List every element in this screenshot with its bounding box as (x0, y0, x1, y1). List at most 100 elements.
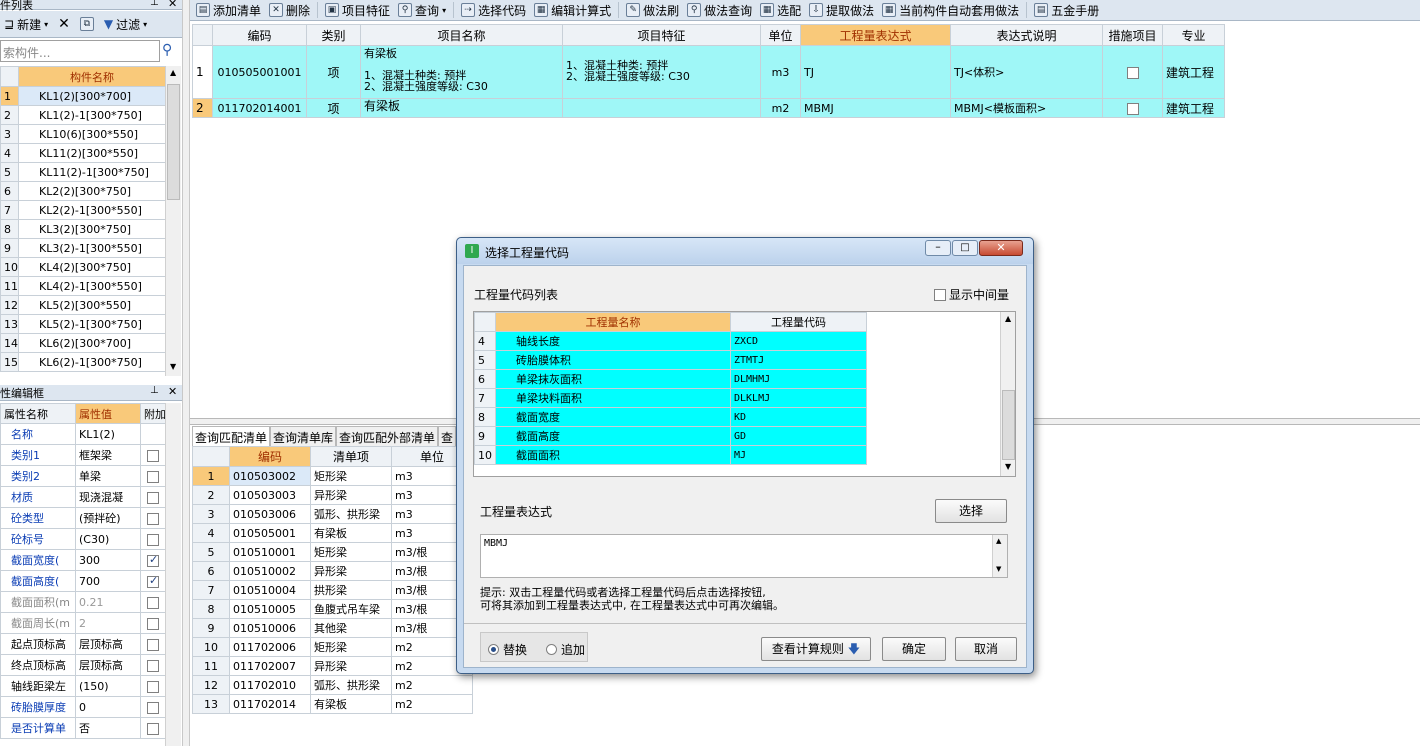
property-value[interactable]: (C30) (75, 528, 141, 550)
column-header[interactable]: 类别 (306, 24, 361, 46)
cell-code[interactable]: 010505001 (229, 523, 311, 543)
extra-checkbox[interactable] (147, 701, 159, 714)
component-name[interactable]: KL2(2)-1[300*550] (18, 200, 166, 220)
component-row[interactable]: 4 KL11(2)[300*550] (0, 143, 166, 163)
property-value[interactable]: 300 (75, 549, 141, 571)
cell-code[interactable]: 010503002 (229, 466, 311, 486)
table-row[interactable]: 5 010510001 矩形梁 m3/根 (192, 542, 473, 562)
component-name[interactable]: KL11(2)[300*550] (18, 143, 166, 163)
cell-code[interactable]: 010510002 (229, 561, 311, 581)
cell-expression[interactable]: MBMJ (800, 98, 951, 118)
cell-specialty[interactable]: 建筑工程 (1162, 45, 1225, 99)
measure-checkbox[interactable] (1126, 102, 1139, 115)
component-name[interactable]: KL1(2)[300*700] (18, 86, 166, 106)
property-value[interactable]: 否 (75, 717, 141, 739)
append-radio[interactable]: 追加 (546, 641, 585, 658)
cell-code[interactable]: 010503003 (229, 485, 311, 505)
extra-checkbox[interactable] (147, 659, 159, 672)
component-row[interactable]: 6 KL2(2)[300*750] (0, 181, 166, 201)
add-list-button[interactable]: ▤ 添加清单 (192, 0, 265, 20)
cell-type[interactable]: 项 (306, 45, 361, 99)
cell-item[interactable]: 矩形梁 (310, 466, 392, 486)
cell-code[interactable]: 011702014 (229, 694, 311, 714)
cell-item-feature[interactable] (562, 98, 761, 118)
component-name[interactable]: KL5(2)-1[300*750] (18, 314, 166, 334)
view-rules-button[interactable]: 查看计算规则 🡇 (761, 637, 871, 661)
cell-code[interactable]: 011702007 (229, 656, 311, 676)
cell-expression[interactable]: TJ (800, 45, 951, 99)
extra-checkbox[interactable] (147, 533, 159, 546)
code-row[interactable]: 6 单梁抹灰面积 DLMHMJ (474, 369, 867, 389)
pin-icon[interactable]: ⊥ (150, 0, 159, 8)
column-header[interactable]: 表达式说明 (950, 24, 1103, 46)
cell-specialty[interactable]: 建筑工程 (1162, 98, 1225, 118)
quantity-name[interactable]: 轴线长度 (495, 331, 731, 351)
extra-checkbox[interactable] (147, 553, 159, 567)
quantity-name[interactable]: 截面宽度 (495, 407, 731, 427)
property-value[interactable]: KL1(2) (75, 423, 141, 445)
extra-checkbox[interactable] (147, 638, 159, 651)
project-feature-button[interactable]: ▣ 项目特征 (321, 0, 394, 20)
quantity-code[interactable]: ZXCD (730, 331, 867, 351)
search-icon[interactable]: ⚲ (162, 42, 172, 58)
close-icon[interactable]: ✕ (168, 0, 177, 10)
cell-item[interactable]: 弧形、拱形梁 (310, 675, 392, 695)
scrollbar-thumb[interactable] (1002, 390, 1015, 460)
component-name[interactable]: KL6(2)-1[300*750] (18, 352, 166, 372)
expression-input[interactable]: MBMJ ▲ ▼ (480, 534, 1008, 578)
tab-2[interactable]: 查询匹配外部清单 (336, 426, 439, 446)
maximize-button[interactable]: □ (952, 240, 978, 256)
cell-code[interactable]: 010510001 (229, 542, 311, 562)
property-value[interactable]: (预拌砼) (75, 507, 141, 529)
component-row[interactable]: 14 KL6(2)[300*700] (0, 333, 166, 353)
copy-icon[interactable]: ⧉ (76, 14, 98, 34)
quantity-code[interactable]: KD (730, 407, 867, 427)
table-row[interactable]: 1 010503002 矩形梁 m3 (192, 466, 473, 486)
quantity-name[interactable]: 截面面积 (495, 445, 731, 465)
cell-type[interactable]: 项 (306, 98, 361, 118)
component-row[interactable]: 2 KL1(2)-1[300*750] (0, 105, 166, 125)
code-row[interactable]: 4 轴线长度 ZXCD (474, 331, 867, 351)
component-name[interactable]: KL3(2)[300*750] (18, 219, 166, 239)
cell-code[interactable]: 010510004 (229, 580, 311, 600)
property-value[interactable]: 现浇混凝 (75, 486, 141, 508)
property-value[interactable]: 框架梁 (75, 444, 141, 466)
tab-3[interactable]: 查 (438, 426, 457, 446)
cell-item[interactable]: 矩形梁 (310, 637, 392, 657)
component-name[interactable]: KL4(2)-1[300*550] (18, 276, 166, 296)
expression-scrollbar[interactable]: ▲ ▼ (992, 535, 1007, 577)
dialog-close-button[interactable]: ✕ (979, 240, 1023, 256)
cell-item[interactable]: 有梁板 (310, 694, 392, 714)
quantity-code[interactable]: GD (730, 426, 867, 446)
extra-checkbox[interactable] (147, 449, 159, 462)
cell-code[interactable]: 010505001001 (212, 45, 307, 99)
quantity-name[interactable]: 砖胎膜体积 (495, 350, 731, 370)
table-row[interactable]: 4 010505001 有梁板 m3 (192, 523, 473, 543)
table-row[interactable]: 8 010510005 鱼腹式吊车梁 m3/根 (192, 599, 473, 619)
dropdown-arrow-icon[interactable]: ▾ (442, 6, 446, 15)
component-row[interactable]: 8 KL3(2)[300*750] (0, 219, 166, 239)
code-row[interactable]: 9 截面高度 GD (474, 426, 867, 446)
measure-checkbox[interactable] (1126, 66, 1139, 79)
component-row[interactable]: 5 KL11(2)-1[300*750] (0, 162, 166, 182)
extra-checkbox[interactable] (147, 617, 159, 630)
method-brush-button[interactable]: ✎ 做法刷 (622, 0, 683, 20)
component-row[interactable]: 10 KL4(2)[300*750] (0, 257, 166, 277)
property-value[interactable]: 700 (75, 570, 141, 592)
property-value[interactable]: (150) (75, 675, 141, 697)
replace-radio[interactable]: 替换 (488, 641, 527, 658)
column-header[interactable]: 项目名称 (360, 24, 563, 46)
component-row[interactable]: 15 KL6(2)-1[300*750] (0, 352, 166, 372)
query-button[interactable]: ⚲ 查询 ▾ (394, 0, 450, 20)
close-icon[interactable]: ✕ (168, 385, 177, 398)
cell-code[interactable]: 011702006 (229, 637, 311, 657)
cell-code[interactable]: 011702010 (229, 675, 311, 695)
extract-method-button[interactable]: ⇩ 提取做法 (805, 0, 878, 20)
cell-unit[interactable]: m2 (760, 98, 801, 118)
property-value[interactable]: 0 (75, 696, 141, 718)
cell-code[interactable]: 010510005 (229, 599, 311, 619)
cell-unit[interactable]: m2 (391, 694, 473, 714)
quantity-code[interactable]: ZTMTJ (730, 350, 867, 370)
component-row[interactable]: 13 KL5(2)-1[300*750] (0, 314, 166, 334)
component-row[interactable]: 1 KL1(2)[300*700] (0, 86, 166, 106)
